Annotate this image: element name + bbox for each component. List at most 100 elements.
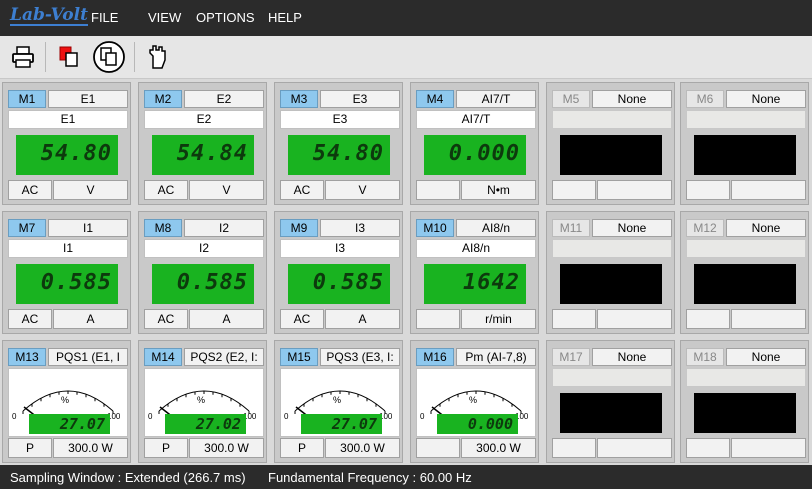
- meter-input-select[interactable]: AI7/T: [456, 90, 536, 108]
- meter-unit-button[interactable]: [731, 180, 806, 200]
- meter-unit-button[interactable]: 300.0 W: [189, 438, 264, 458]
- meter-mode-button[interactable]: [552, 309, 596, 329]
- meter-mode-button[interactable]: AC: [280, 180, 324, 200]
- meter-mode-button[interactable]: AC: [280, 309, 324, 329]
- meter-input-select[interactable]: I3: [320, 219, 400, 237]
- meter-mode-button[interactable]: [552, 180, 596, 200]
- meter-mode-button[interactable]: [552, 438, 596, 458]
- meter-mode-button[interactable]: AC: [8, 180, 52, 200]
- meter-m17[interactable]: M17 None: [546, 340, 675, 463]
- meter-unit-button[interactable]: V: [189, 180, 264, 200]
- menu-file[interactable]: FILE: [91, 10, 118, 25]
- meter-input-select[interactable]: None: [726, 90, 806, 108]
- meter-mode-button[interactable]: [686, 309, 730, 329]
- meter-unit-button[interactable]: [731, 438, 806, 458]
- menu-view[interactable]: VIEW: [148, 10, 181, 25]
- meter-unit-button[interactable]: A: [53, 309, 128, 329]
- meter-id-label[interactable]: M16: [416, 348, 454, 366]
- meter-input-select[interactable]: None: [592, 348, 672, 366]
- meter-m11[interactable]: M11 None: [546, 211, 675, 334]
- meter-input-select[interactable]: Pm (AI-7,8): [456, 348, 536, 366]
- meter-input-select[interactable]: I2: [184, 219, 264, 237]
- meter-mode-button[interactable]: [686, 180, 730, 200]
- meter-unit-button[interactable]: [597, 309, 672, 329]
- meter-id-label[interactable]: M5: [552, 90, 590, 108]
- meter-id-label[interactable]: M9: [280, 219, 318, 237]
- meter-mode-button[interactable]: AC: [144, 180, 188, 200]
- meter-unit-button[interactable]: A: [189, 309, 264, 329]
- meter-m1[interactable]: M1 E1 E1 54.80 AC V: [2, 82, 131, 205]
- meter-input-select[interactable]: None: [592, 219, 672, 237]
- meter-id-label[interactable]: M6: [686, 90, 724, 108]
- meter-input-select[interactable]: PQS2 (E2, I:: [184, 348, 264, 366]
- meter-id-label[interactable]: M15: [280, 348, 318, 366]
- meter-id-label[interactable]: M1: [8, 90, 46, 108]
- copy-icon[interactable]: [54, 42, 84, 72]
- meter-mode-button[interactable]: P: [8, 438, 52, 458]
- meter-id-label[interactable]: M7: [8, 219, 46, 237]
- meter-id-label[interactable]: M2: [144, 90, 182, 108]
- meter-mode-button[interactable]: AC: [8, 309, 52, 329]
- meter-mode-button[interactable]: AC: [144, 309, 188, 329]
- meter-title: E2: [144, 110, 264, 129]
- meter-unit-button[interactable]: [597, 180, 672, 200]
- meter-input-select[interactable]: E1: [48, 90, 128, 108]
- meter-id-label[interactable]: M3: [280, 90, 318, 108]
- meter-m5[interactable]: M5 None: [546, 82, 675, 205]
- meter-unit-button[interactable]: N•m: [461, 180, 536, 200]
- meter-mode-button[interactable]: [686, 438, 730, 458]
- meter-input-select[interactable]: AI8/n: [456, 219, 536, 237]
- meter-m9[interactable]: M9 I3 I3 0.585 AC A: [274, 211, 403, 334]
- meter-m6[interactable]: M6 None: [680, 82, 809, 205]
- meter-id-label[interactable]: M18: [686, 348, 724, 366]
- meter-input-select[interactable]: None: [726, 219, 806, 237]
- meter-m13[interactable]: M13 PQS1 (E1, I% 0 100 27.07 P 300.0 W: [2, 340, 131, 463]
- meter-title: I3: [280, 239, 400, 258]
- meter-id-label[interactable]: M17: [552, 348, 590, 366]
- meter-unit-button[interactable]: 300.0 W: [325, 438, 400, 458]
- meter-mode-button[interactable]: [416, 309, 460, 329]
- meter-input-select[interactable]: E2: [184, 90, 264, 108]
- meter-m8[interactable]: M8 I2 I2 0.585 AC A: [138, 211, 267, 334]
- meter-id-label[interactable]: M8: [144, 219, 182, 237]
- meter-id-label[interactable]: M14: [144, 348, 182, 366]
- meter-id-label[interactable]: M13: [8, 348, 46, 366]
- menu-options[interactable]: OPTIONS: [196, 10, 255, 25]
- meter-id-label[interactable]: M12: [686, 219, 724, 237]
- meter-unit-button[interactable]: V: [53, 180, 128, 200]
- printer-icon[interactable]: [8, 42, 38, 72]
- meter-id-label[interactable]: M4: [416, 90, 454, 108]
- meter-m12[interactable]: M12 None: [680, 211, 809, 334]
- meter-input-select[interactable]: None: [592, 90, 672, 108]
- meter-mode-button[interactable]: [416, 180, 460, 200]
- meter-mode-button[interactable]: [416, 438, 460, 458]
- meter-input-select[interactable]: I1: [48, 219, 128, 237]
- meter-unit-button[interactable]: [597, 438, 672, 458]
- meter-unit-button[interactable]: A: [325, 309, 400, 329]
- meter-unit-button[interactable]: r/min: [461, 309, 536, 329]
- meter-input-select[interactable]: None: [726, 348, 806, 366]
- circular-copy-icon[interactable]: [92, 40, 126, 74]
- meter-m7[interactable]: M7 I1 I1 0.585 AC A: [2, 211, 131, 334]
- meter-m2[interactable]: M2 E2 E2 54.84 AC V: [138, 82, 267, 205]
- meter-m4[interactable]: M4 AI7/T AI7/T 0.000 N•m: [410, 82, 539, 205]
- meter-m14[interactable]: M14 PQS2 (E2, I:% 0 100 27.02 P 300.0 W: [138, 340, 267, 463]
- meter-mode-button[interactable]: P: [144, 438, 188, 458]
- meter-m3[interactable]: M3 E3 E3 54.80 AC V: [274, 82, 403, 205]
- menu-help[interactable]: HELP: [268, 10, 302, 25]
- hand-pointer-icon[interactable]: [142, 42, 172, 72]
- meter-input-select[interactable]: PQS3 (E3, I:: [320, 348, 400, 366]
- meter-m15[interactable]: M15 PQS3 (E3, I:% 0 100 27.07 P 300.0 W: [274, 340, 403, 463]
- meter-id-label[interactable]: M10: [416, 219, 454, 237]
- meter-unit-button[interactable]: V: [325, 180, 400, 200]
- meter-m18[interactable]: M18 None: [680, 340, 809, 463]
- meter-unit-button[interactable]: 300.0 W: [53, 438, 128, 458]
- meter-input-select[interactable]: E3: [320, 90, 400, 108]
- meter-m16[interactable]: M16 Pm (AI-7,8)% 0 100 0.000 300.0 W: [410, 340, 539, 463]
- meter-id-label[interactable]: M11: [552, 219, 590, 237]
- meter-input-select[interactable]: PQS1 (E1, I: [48, 348, 128, 366]
- meter-unit-button[interactable]: [731, 309, 806, 329]
- meter-unit-button[interactable]: 300.0 W: [461, 438, 536, 458]
- meter-mode-button[interactable]: P: [280, 438, 324, 458]
- meter-m10[interactable]: M10 AI8/n AI8/n 1642 r/min: [410, 211, 539, 334]
